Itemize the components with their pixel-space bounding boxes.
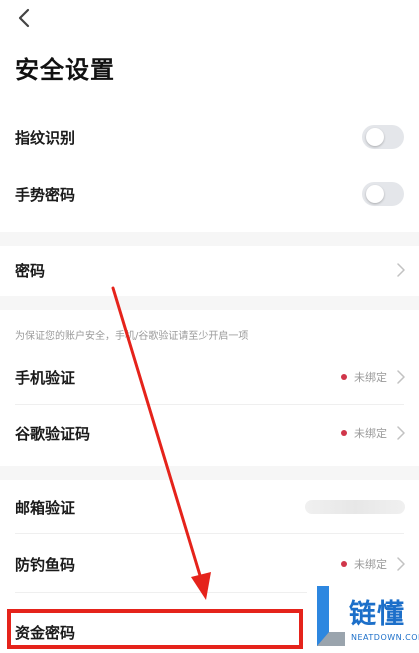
password-label: 密码 [15, 261, 46, 280]
status-dot [341, 374, 347, 380]
phone-verification-row[interactable]: 手机验证 未绑定 [0, 354, 419, 400]
status-badge: 未绑定 [341, 425, 387, 441]
google-verification-row[interactable]: 谷歌验证码 未绑定 [0, 410, 419, 456]
page-title: 安全设置 [15, 56, 115, 84]
back-button[interactable] [10, 4, 38, 32]
divider [15, 533, 404, 534]
fingerprint-toggle[interactable] [362, 125, 404, 149]
chevron-right-icon [397, 370, 405, 384]
chevron-right-icon [397, 426, 405, 440]
section-separator [0, 466, 419, 480]
section-separator [0, 296, 419, 310]
toggle-knob [366, 128, 384, 146]
security-hint: 为保证您的账户安全，手机/谷歌验证请至少开启一项 [15, 331, 249, 342]
gesture-password-row[interactable]: 手势密码 [0, 171, 419, 217]
google-verification-label: 谷歌验证码 [15, 424, 91, 443]
toggle-knob [366, 185, 384, 203]
status-badge: 未绑定 [341, 556, 387, 572]
fingerprint-row[interactable]: 指纹识别 [0, 114, 419, 160]
email-verification-row[interactable]: 邮箱验证 [0, 484, 419, 530]
password-row[interactable]: 密码 [0, 247, 419, 293]
anti-phishing-label: 防钓鱼码 [15, 555, 76, 574]
status-dot [341, 430, 347, 436]
status-text: 未绑定 [354, 558, 387, 571]
phone-verification-label: 手机验证 [15, 368, 76, 387]
fingerprint-label: 指纹识别 [15, 128, 76, 147]
section-separator [0, 232, 419, 246]
gesture-password-label: 手势密码 [15, 185, 76, 204]
watermark-site: NEATDOWN.COM [351, 633, 419, 642]
status-badge: 未绑定 [341, 369, 387, 385]
watermark: 链懂 NEATDOWN.COM [307, 578, 419, 653]
masked-email [305, 500, 405, 514]
email-verification-label: 邮箱验证 [15, 498, 76, 517]
security-settings-page: 安全设置 指纹识别 手势密码 密码 为保证您的账户安全，手机/谷歌验证请至少开启… [0, 0, 419, 653]
gesture-password-toggle[interactable] [362, 182, 404, 206]
status-text: 未绑定 [354, 427, 387, 440]
status-text: 未绑定 [354, 371, 387, 384]
chevron-right-icon [397, 557, 405, 571]
chevron-left-icon [18, 8, 30, 28]
fund-password-label: 资金密码 [15, 623, 76, 642]
status-dot [341, 561, 347, 567]
chevron-right-icon [397, 263, 405, 277]
watermark-brand: 链懂 [349, 599, 405, 630]
divider [15, 404, 404, 405]
watermark-logo-icon [317, 586, 345, 646]
